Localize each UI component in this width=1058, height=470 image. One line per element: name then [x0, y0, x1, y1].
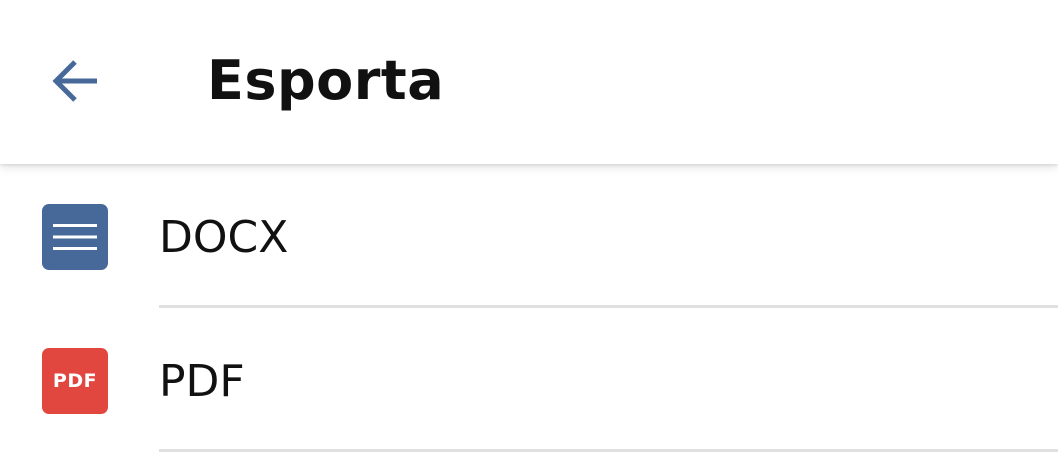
export-option-pdf[interactable]: PDF PDF: [0, 308, 1058, 452]
export-option-label: PDF: [159, 356, 245, 407]
docx-document-icon: [42, 204, 108, 270]
arrow-back-icon: [47, 53, 103, 109]
pdf-file-icon: PDF: [42, 348, 108, 414]
page-title: Esporta: [207, 49, 445, 112]
pdf-icon-text: PDF: [52, 370, 98, 392]
export-options-list: DOCX PDF PDF: [0, 164, 1058, 470]
back-button[interactable]: [30, 36, 120, 126]
list-divider: [159, 449, 1058, 452]
export-option-docx[interactable]: DOCX: [0, 164, 1058, 308]
app-bar: Esporta: [0, 0, 1058, 164]
export-option-label: DOCX: [159, 212, 289, 263]
